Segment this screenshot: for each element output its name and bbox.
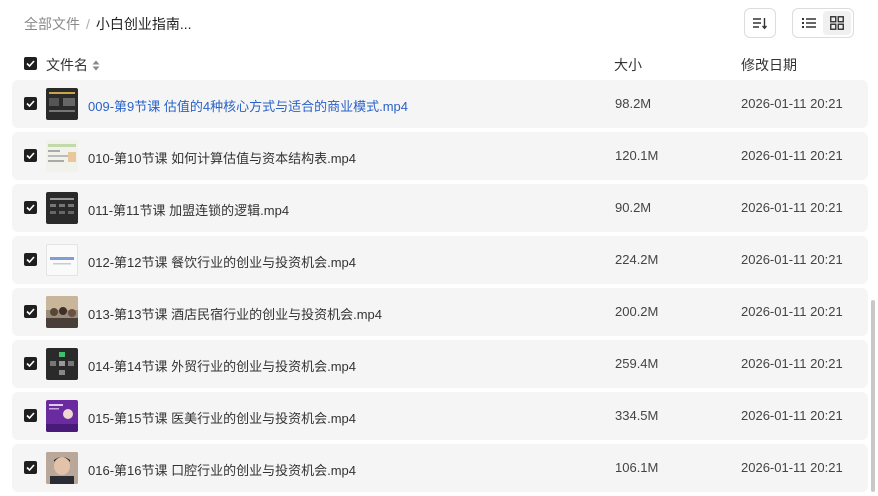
file-date: 2026-01-11 20:21: [741, 200, 843, 215]
file-size: 106.1M: [615, 460, 659, 475]
row-checkbox[interactable]: [24, 357, 37, 370]
column-header-size[interactable]: 大小: [614, 55, 642, 75]
row-checkbox[interactable]: [24, 461, 37, 474]
video-thumbnail: [46, 244, 78, 276]
file-name[interactable]: 012-第12节课 餐饮行业的创业与投资机会.mp4: [88, 252, 356, 271]
video-thumbnail: [46, 296, 78, 328]
video-thumbnail: [46, 140, 78, 172]
checkmark-icon: [26, 308, 35, 315]
file-date: 2026-01-11 20:21: [741, 96, 843, 111]
column-header-date[interactable]: 修改日期: [741, 55, 797, 75]
file-row[interactable]: 014-第14节课 外贸行业的创业与投资机会.mp4 259.4M 2026-0…: [12, 340, 868, 388]
video-thumbnail: [46, 348, 78, 380]
select-all-checkbox[interactable]: [24, 57, 37, 70]
view-toggle-group: [792, 8, 854, 38]
column-header-name[interactable]: 文件名: [46, 55, 100, 75]
file-date: 2026-01-11 20:21: [741, 356, 843, 371]
checkmark-icon: [26, 360, 35, 367]
row-checkbox[interactable]: [24, 97, 37, 110]
file-date: 2026-01-11 20:21: [741, 408, 843, 423]
checkmark-icon: [26, 204, 35, 211]
row-checkbox[interactable]: [24, 149, 37, 162]
list-view-button[interactable]: [795, 11, 823, 35]
file-name[interactable]: 016-第16节课 口腔行业的创业与投资机会.mp4: [88, 460, 356, 479]
file-list-header: 文件名 大小 修改日期: [0, 52, 878, 76]
file-row[interactable]: 015-第15节课 医美行业的创业与投资机会.mp4 334.5M 2026-0…: [12, 392, 868, 440]
file-name[interactable]: 015-第15节课 医美行业的创业与投资机会.mp4: [88, 408, 356, 427]
breadcrumb-separator: /: [86, 16, 90, 32]
file-name[interactable]: 011-第11节课 加盟连锁的逻辑.mp4: [88, 200, 289, 219]
checkmark-icon: [26, 60, 35, 67]
sort-toggle-icon: [92, 60, 100, 70]
grid-view-icon: [830, 16, 844, 30]
checkmark-icon: [26, 412, 35, 419]
file-name[interactable]: 013-第13节课 酒店民宿行业的创业与投资机会.mp4: [88, 304, 382, 323]
file-size: 224.2M: [615, 252, 659, 267]
video-thumbnail: [46, 400, 78, 432]
file-size: 334.5M: [615, 408, 659, 423]
file-name[interactable]: 010-第10节课 如何计算估值与资本结构表.mp4: [88, 148, 356, 167]
file-size: 98.2M: [615, 96, 652, 111]
breadcrumb-current: 小白创业指南...: [95, 16, 192, 32]
breadcrumb: 全部文件 / 小白创业指南...: [24, 14, 192, 34]
file-row[interactable]: 011-第11节课 加盟连锁的逻辑.mp4 90.2M 2026-01-11 2…: [12, 184, 868, 232]
file-size: 200.2M: [615, 304, 659, 319]
file-date: 2026-01-11 20:21: [741, 252, 843, 267]
row-checkbox[interactable]: [24, 305, 37, 318]
list-view-icon: [802, 18, 816, 28]
video-thumbnail: [46, 192, 78, 224]
file-list: 009-第9节课 估值的4种核心方式与适合的商业模式.mp4 98.2M 202…: [12, 80, 868, 496]
grid-view-button[interactable]: [823, 11, 851, 35]
video-thumbnail: [46, 88, 78, 120]
file-size: 90.2M: [615, 200, 652, 215]
file-date: 2026-01-11 20:21: [741, 148, 843, 163]
file-date: 2026-01-11 20:21: [741, 304, 843, 319]
file-date: 2026-01-11 20:21: [741, 460, 843, 475]
video-thumbnail: [46, 452, 78, 484]
column-header-name-label: 文件名: [46, 57, 88, 73]
file-row[interactable]: 016-第16节课 口腔行业的创业与投资机会.mp4 106.1M 2026-0…: [12, 444, 868, 492]
file-size: 259.4M: [615, 356, 659, 371]
file-row[interactable]: 012-第12节课 餐饮行业的创业与投资机会.mp4 224.2M 2026-0…: [12, 236, 868, 284]
row-checkbox[interactable]: [24, 201, 37, 214]
file-name[interactable]: 014-第14节课 外贸行业的创业与投资机会.mp4: [88, 356, 356, 375]
checkmark-icon: [26, 100, 35, 107]
file-row[interactable]: 009-第9节课 估值的4种核心方式与适合的商业模式.mp4 98.2M 202…: [12, 80, 868, 128]
file-row[interactable]: 010-第10节课 如何计算估值与资本结构表.mp4 120.1M 2026-0…: [12, 132, 868, 180]
file-size: 120.1M: [615, 148, 659, 163]
checkmark-icon: [26, 256, 35, 263]
checkmark-icon: [26, 152, 35, 159]
row-checkbox[interactable]: [24, 253, 37, 266]
checkmark-icon: [26, 464, 35, 471]
file-name[interactable]: 009-第9节课 估值的4种核心方式与适合的商业模式.mp4: [88, 96, 408, 115]
sort-button[interactable]: [744, 8, 776, 38]
vertical-scrollbar[interactable]: [871, 300, 875, 492]
row-checkbox[interactable]: [24, 409, 37, 422]
breadcrumb-root-link[interactable]: 全部文件: [24, 14, 80, 34]
file-row[interactable]: 013-第13节课 酒店民宿行业的创业与投资机会.mp4 200.2M 2026…: [12, 288, 868, 336]
sort-descending-icon: [753, 18, 768, 30]
